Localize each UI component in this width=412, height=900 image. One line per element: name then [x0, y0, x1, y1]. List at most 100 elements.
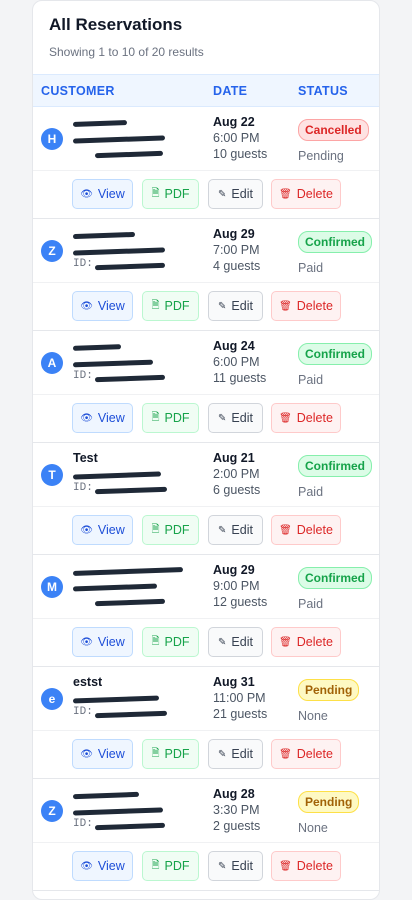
- page-title: All Reservations: [49, 15, 183, 34]
- reservation-time: 6:00 PM: [213, 131, 260, 145]
- delete-label: Delete: [296, 635, 333, 649]
- trash-icon: 🗑: [279, 524, 292, 536]
- reservation-date: Aug 28: [213, 787, 255, 801]
- view-button[interactable]: 👁 View: [72, 739, 133, 769]
- pdf-button[interactable]: 🗎 PDF: [142, 851, 199, 881]
- status-cell: Confirmed Paid: [298, 343, 378, 387]
- edit-button[interactable]: ✎ Edit: [208, 627, 263, 657]
- reservation-time: 11:00 PM: [213, 691, 266, 705]
- date-cell: Aug 22 6:00 PM 10 guests: [213, 115, 298, 163]
- reservation-time: 9:00 PM: [213, 579, 260, 593]
- customer-cell: ID:: [72, 227, 213, 273]
- view-button[interactable]: 👁 View: [72, 291, 133, 321]
- delete-button[interactable]: 🗑 Delete: [271, 403, 341, 433]
- table-row: H Aug 22 6:00 PM 10 guests Cancelled Pen…: [33, 107, 379, 219]
- eye-icon: 👁: [80, 860, 93, 872]
- edit-button[interactable]: ✎ Edit: [208, 515, 263, 545]
- pencil-icon: ✎: [218, 300, 227, 312]
- edit-button[interactable]: ✎ Edit: [208, 291, 263, 321]
- view-button[interactable]: 👁 View: [72, 851, 133, 881]
- table-row: T Test ID: Aug 21 2:00 PM 6 guests Confi…: [33, 443, 379, 555]
- delete-button[interactable]: 🗑 Delete: [271, 515, 341, 545]
- status-cell: Pending None: [298, 791, 378, 835]
- view-label: View: [97, 747, 125, 761]
- delete-label: Delete: [296, 187, 333, 201]
- date-cell: Aug 24 6:00 PM 11 guests: [213, 339, 298, 387]
- edit-label: Edit: [231, 747, 253, 761]
- view-button[interactable]: 👁 View: [72, 179, 133, 209]
- row-actions: 👁 View 🗎 PDF ✎ Edit 🗑 Delete: [33, 403, 379, 433]
- payment-status: Paid: [298, 597, 324, 611]
- eye-icon: 👁: [80, 188, 93, 200]
- customer-cell: ID:: [72, 787, 213, 833]
- file-icon: 🗎: [151, 187, 160, 199]
- view-label: View: [97, 635, 125, 649]
- trash-icon: 🗑: [279, 860, 292, 872]
- trash-icon: 🗑: [279, 636, 292, 648]
- reservation-date: Aug 29: [213, 563, 255, 577]
- view-button[interactable]: 👁 View: [72, 515, 133, 545]
- delete-button[interactable]: 🗑 Delete: [271, 851, 341, 881]
- customer-name: Test: [73, 451, 98, 465]
- delete-button[interactable]: 🗑 Delete: [271, 179, 341, 209]
- delete-label: Delete: [296, 299, 333, 313]
- pdf-button[interactable]: 🗎 PDF: [142, 627, 199, 657]
- customer-cell: estst ID:: [72, 675, 213, 721]
- column-header-status[interactable]: STATUS: [298, 84, 348, 98]
- eye-icon: 👁: [80, 300, 93, 312]
- column-header-customer[interactable]: CUSTOMER: [41, 84, 115, 98]
- eye-icon: 👁: [80, 748, 93, 760]
- delete-button[interactable]: 🗑 Delete: [271, 291, 341, 321]
- pdf-button[interactable]: 🗎 PDF: [142, 739, 199, 769]
- pdf-button[interactable]: 🗎 PDF: [142, 291, 199, 321]
- trash-icon: 🗑: [279, 188, 292, 200]
- status-cell: Confirmed Paid: [298, 231, 378, 275]
- reservation-info: H Aug 22 6:00 PM 10 guests Cancelled Pen…: [33, 107, 379, 171]
- pencil-icon: ✎: [218, 188, 227, 200]
- guest-count: 12 guests: [213, 595, 268, 609]
- payment-status: None: [298, 821, 328, 835]
- status-badge: Cancelled: [298, 119, 369, 141]
- table-row: M Aug 29 9:00 PM 12 guests Confirmed Pai…: [33, 555, 379, 667]
- edit-button[interactable]: ✎ Edit: [208, 851, 263, 881]
- customer-cell: ID:: [72, 339, 213, 385]
- row-actions: 👁 View 🗎 PDF ✎ Edit 🗑 Delete: [33, 515, 379, 545]
- eye-icon: 👁: [80, 636, 93, 648]
- reservation-info: T Test ID: Aug 21 2:00 PM 6 guests Confi…: [33, 443, 379, 507]
- file-icon: 🗎: [151, 859, 160, 871]
- edit-button[interactable]: ✎ Edit: [208, 739, 263, 769]
- payment-status: Pending: [298, 149, 344, 163]
- pdf-button[interactable]: 🗎 PDF: [142, 179, 199, 209]
- reservation-time: 7:00 PM: [213, 243, 260, 257]
- view-label: View: [97, 187, 125, 201]
- file-icon: 🗎: [151, 411, 160, 423]
- status-cell: Confirmed Paid: [298, 455, 378, 499]
- customer-cell: Test ID:: [72, 451, 213, 497]
- pdf-label: PDF: [164, 411, 190, 425]
- view-label: View: [97, 299, 125, 313]
- status-badge: Confirmed: [298, 231, 372, 253]
- delete-button[interactable]: 🗑 Delete: [271, 627, 341, 657]
- view-button[interactable]: 👁 View: [72, 627, 133, 657]
- reservation-info: Z ID: Aug 28 3:30 PM 2 guests Pending No…: [33, 779, 379, 843]
- eye-icon: 👁: [80, 524, 93, 536]
- edit-button[interactable]: ✎ Edit: [208, 403, 263, 433]
- pencil-icon: ✎: [218, 636, 227, 648]
- edit-button[interactable]: ✎ Edit: [208, 179, 263, 209]
- column-header-date[interactable]: DATE: [213, 84, 247, 98]
- pdf-button[interactable]: 🗎 PDF: [142, 403, 199, 433]
- avatar: M: [41, 576, 63, 598]
- pdf-button[interactable]: 🗎 PDF: [142, 515, 199, 545]
- delete-label: Delete: [296, 411, 333, 425]
- status-badge: Confirmed: [298, 455, 372, 477]
- delete-button[interactable]: 🗑 Delete: [271, 739, 341, 769]
- reservation-time: 6:00 PM: [213, 355, 260, 369]
- pdf-label: PDF: [164, 299, 190, 313]
- reservation-date: Aug 31: [213, 675, 255, 689]
- results-summary: Showing 1 to 10 of 20 results: [49, 45, 204, 59]
- trash-icon: 🗑: [279, 412, 292, 424]
- reservation-info: Z ID: Aug 29 7:00 PM 4 guests Confirmed …: [33, 219, 379, 283]
- avatar: T: [41, 464, 63, 486]
- view-button[interactable]: 👁 View: [72, 403, 133, 433]
- view-label: View: [97, 411, 125, 425]
